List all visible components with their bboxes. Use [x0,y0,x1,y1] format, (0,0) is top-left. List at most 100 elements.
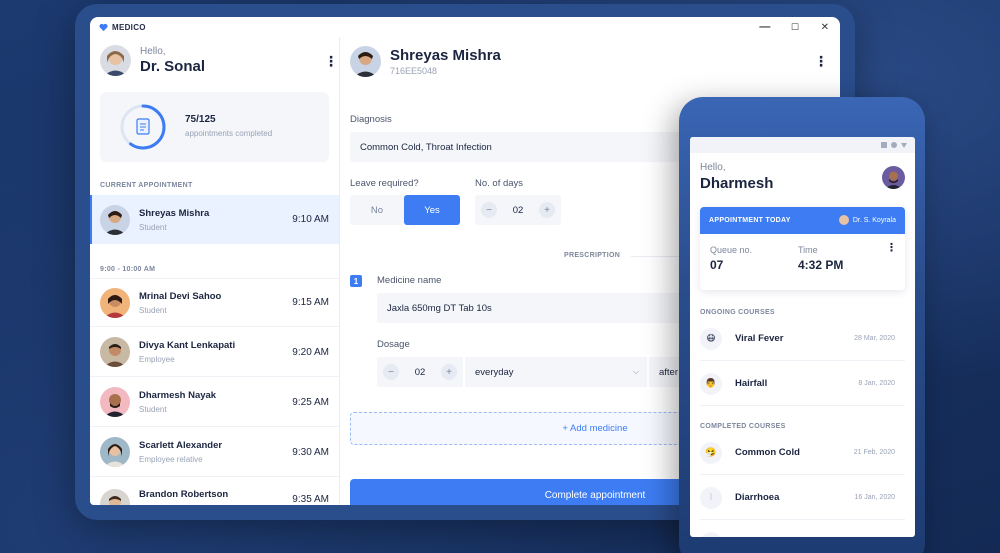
avatar [100,387,130,417]
progress-ring [120,104,166,150]
patient-time: 9:20 AM [292,346,329,358]
current-appointment-label: CURRENT APPOINTMENT [100,182,193,189]
course-name: Diarrhoea [735,492,780,503]
course-item[interactable]: 😷 Viral Fever 28 Mar, 2020 [700,317,905,361]
leave-label: Leave required? [350,178,419,189]
patient-role: Employee relative [139,455,203,464]
plus-icon[interactable]: + [539,202,555,218]
patient-row[interactable]: Scarlett Alexander Employee relative 9:3… [90,428,339,477]
completed-courses-label: COMPLETED COURSES [700,423,786,430]
circle-icon [891,142,897,148]
patient-role: Employee [139,355,175,364]
minimize-button[interactable]: — [750,17,780,37]
phone-user-name: Dharmesh [700,175,774,192]
dosage-label: Dosage [377,339,410,350]
patient-time: 9:10 AM [292,214,329,225]
days-value[interactable]: 02 [497,205,539,216]
days-stepper: − 02 + [475,195,561,225]
sidebar: Hello, Dr. Sonal ⋮ 75/125 appointments c… [90,37,340,505]
leave-yes-button[interactable]: Yes [404,195,460,225]
appointment-doctor: Dr. S. Koyrala [838,215,896,225]
minus-icon[interactable]: − [481,202,497,218]
progress-label: appointments completed [185,129,273,138]
queue-label: Queue no. [710,245,753,255]
patient-name: Mrinal Devi Sahoo [139,290,222,302]
minus-icon[interactable]: − [383,364,399,380]
progress-card: 75/125 appointments completed [100,92,329,162]
close-button[interactable]: ✕ [810,17,840,37]
days-label: No. of days [475,178,524,189]
avatar [100,489,130,505]
dosage-frequency-value: everyday [475,366,514,378]
avatar [100,204,130,235]
square-icon [881,142,887,148]
current-patient-row[interactable]: Shreyas Mishra Student 9:10 AM [90,195,339,244]
leave-no-button[interactable]: No [350,195,404,225]
patient-menu-icon[interactable]: ⋮ [814,54,828,68]
phone-status-bar [690,137,915,153]
medicine-number-badge: 1 [350,275,362,287]
patient-name: Brandon Robertson [139,489,229,500]
course-item[interactable]: 👨 Hairfall 8 Jan, 2020 [700,362,905,406]
patient-row[interactable]: Divya Kant Lenkapati Employee 9:20 AM [90,328,339,377]
patient-name: Divya Kant Lenkapati [139,340,236,351]
dosage-frequency-select[interactable]: everyday ⌵ [465,357,647,387]
cold-icon: 🤧 [700,441,722,464]
appointment-header: APPOINTMENT TODAY Dr. S. Koyrala [700,207,905,234]
appointment-card[interactable]: APPOINTMENT TODAY Dr. S. Koyrala Queue n… [700,207,905,290]
title-bar: MEDICO — ☐ ✕ [90,17,840,37]
fever-icon: 😷 [700,327,722,350]
phone-avatar[interactable] [882,166,905,189]
doctor-avatar [838,215,849,225]
prescription-label: PRESCRIPTION [564,252,621,259]
patient-name: Scarlett Alexander [139,440,223,451]
course-name: Hairfall [735,378,768,389]
time-label: Time [798,245,818,255]
chevron-down-icon: ⌵ [632,367,639,376]
hair-icon: 👨 [700,372,722,395]
appointment-doctor-name: Dr. S. Koyrala [852,216,896,224]
window-controls: — ☐ ✕ [750,17,840,37]
course-icon [700,532,722,537]
patient-row[interactable]: Brandon Robertson 9:35 AM [90,478,339,505]
patient-row[interactable]: Mrinal Devi Sahoo Student 9:15 AM [90,278,339,327]
doctor-avatar[interactable] [100,45,131,76]
patient-role: Student [139,222,167,232]
course-item[interactable]: ⌇ Diarrhoea 16 Jan, 2020 [700,476,905,520]
greeting: Hello, [140,46,166,57]
doctor-name: Dr. Sonal [140,58,206,75]
dosage-qty[interactable]: 02 [399,367,441,378]
avatar [100,437,130,467]
dosage-stepper: − 02 + [377,357,463,387]
triangle-icon [901,142,907,148]
medicine-label: Medicine name [377,275,442,286]
course-name: Common Cold [735,447,800,458]
course-date: 16 Jan, 2020 [854,494,895,501]
avatar [100,287,130,318]
patient-row[interactable]: Dharmesh Nayak Student 9:25 AM [90,378,339,427]
course-item[interactable]: 🤧 Common Cold 21 Feb, 2020 [700,431,905,475]
ongoing-courses-label: ONGOING COURSES [700,309,775,316]
course-item[interactable] [700,521,905,537]
avatar [100,337,130,367]
stomach-icon: ⌇ [700,486,722,509]
patient-name: Dharmesh Nayak [139,390,217,401]
phone-screen: Hello, Dharmesh APPOINTMENT TODAY Dr. S.… [690,137,915,537]
plus-icon[interactable]: + [441,364,457,380]
maximize-button[interactable]: ☐ [780,17,810,37]
patient-time: 9:25 AM [292,396,329,408]
course-date: 21 Feb, 2020 [853,449,895,456]
course-name: Viral Fever [735,333,784,344]
time-slot-label: 9:00 - 10:00 AM [100,266,156,273]
patient-id: 716EE5048 [390,66,438,76]
appointment-time: 4:32 PM [798,258,844,272]
patient-name: Shreyas Mishra [390,47,501,64]
doctor-header: Hello, Dr. Sonal [100,45,205,76]
patient-time: 9:35 AM [292,494,329,505]
course-date: 28 Mar, 2020 [854,335,895,342]
appointment-menu-icon[interactable]: ⋮ [886,243,897,254]
appointment-header-label: APPOINTMENT TODAY [709,217,791,224]
patient-avatar [350,46,381,77]
diagnosis-label: Diagnosis [350,114,392,125]
sidebar-menu-icon[interactable]: ⋮ [324,54,338,68]
